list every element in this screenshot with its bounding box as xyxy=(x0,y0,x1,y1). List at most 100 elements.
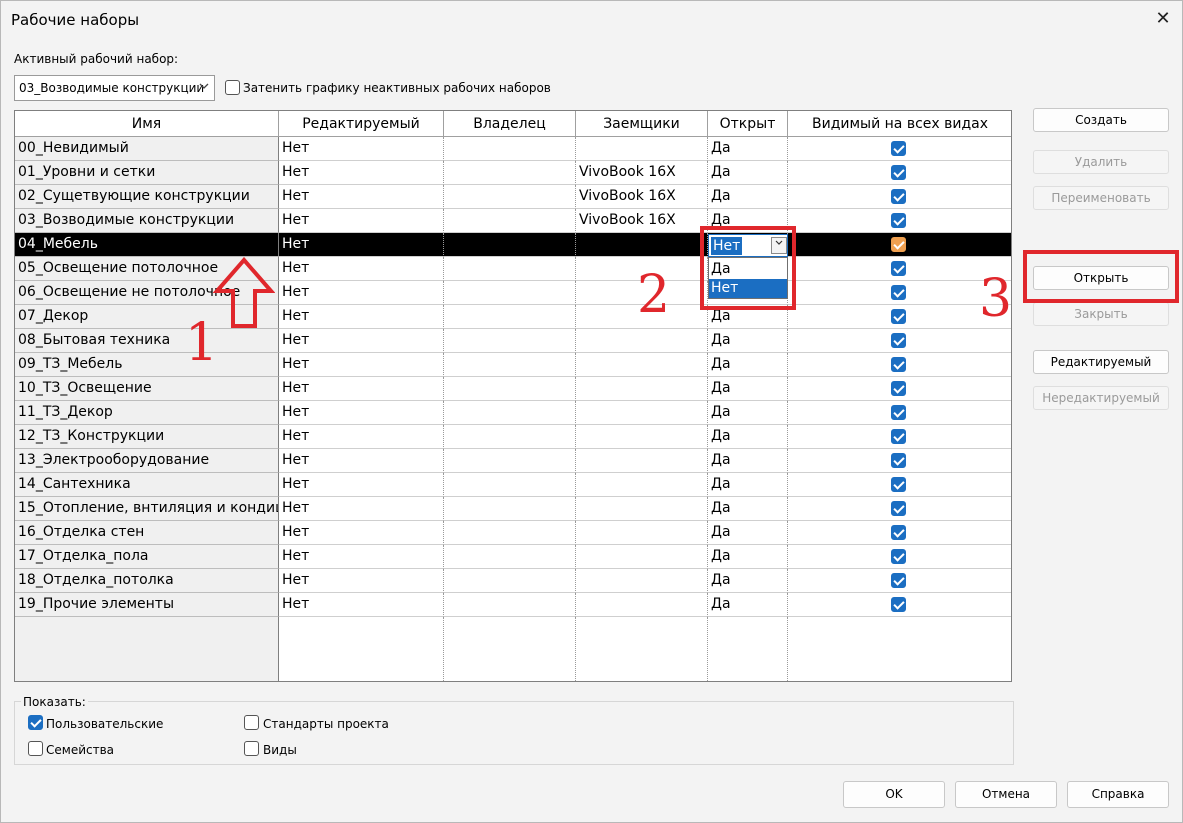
row-visible-checkbox[interactable] xyxy=(891,525,906,540)
row-borrowers[interactable] xyxy=(576,425,708,449)
row-editable[interactable]: Нет xyxy=(279,377,444,401)
row-owner[interactable] xyxy=(444,281,576,305)
row-name[interactable]: 15_Отопление, внтиляция и кондици xyxy=(15,497,279,521)
row-visible-checkbox[interactable] xyxy=(891,309,906,324)
row-editable[interactable]: Нет xyxy=(279,473,444,497)
row-opened[interactable]: Да xyxy=(708,449,788,473)
row-name[interactable]: 18_Отделка_потолка xyxy=(15,569,279,593)
row-owner[interactable] xyxy=(444,137,576,161)
row-name[interactable]: 04_Мебель xyxy=(15,233,279,257)
row-visible-checkbox[interactable] xyxy=(891,381,906,396)
row-name[interactable]: 17_Отделка_пола xyxy=(15,545,279,569)
editable-button[interactable]: Редактируемый xyxy=(1033,350,1169,374)
row-opened[interactable]: Да xyxy=(708,593,788,617)
create-button[interactable]: Создать xyxy=(1033,108,1169,132)
row-name[interactable]: 00_Невидимый xyxy=(15,137,279,161)
column-header-editable[interactable]: Редактируемый xyxy=(279,111,444,137)
row-opened[interactable]: Да xyxy=(708,161,788,185)
row-visible-checkbox[interactable] xyxy=(891,597,906,612)
row-borrowers[interactable]: VivoBook 16X xyxy=(576,209,708,233)
row-visible-checkbox[interactable] xyxy=(891,477,906,492)
row-editable[interactable]: Нет xyxy=(279,449,444,473)
row-owner[interactable] xyxy=(444,425,576,449)
row-owner[interactable] xyxy=(444,449,576,473)
row-name[interactable]: 10_ТЗ_Освещение xyxy=(15,377,279,401)
row-editable[interactable]: Нет xyxy=(279,521,444,545)
column-header-borrowers[interactable]: Заемщики xyxy=(576,111,708,137)
row-editable[interactable]: Нет xyxy=(279,281,444,305)
row-opened[interactable]: Да xyxy=(708,329,788,353)
row-name[interactable]: 08_Бытовая техника xyxy=(15,329,279,353)
row-opened[interactable]: Да xyxy=(708,545,788,569)
row-owner[interactable] xyxy=(444,185,576,209)
row-name[interactable]: 14_Сантехника xyxy=(15,473,279,497)
row-owner[interactable] xyxy=(444,233,576,257)
row-opened[interactable]: Да xyxy=(708,521,788,545)
row-editable[interactable]: Нет xyxy=(279,425,444,449)
row-name[interactable]: 01_Уровни и сетки xyxy=(15,161,279,185)
row-borrowers[interactable] xyxy=(576,137,708,161)
row-opened[interactable]: Да xyxy=(708,377,788,401)
row-owner[interactable] xyxy=(444,257,576,281)
row-owner[interactable] xyxy=(444,401,576,425)
row-visible-checkbox[interactable] xyxy=(891,573,906,588)
row-visible-checkbox[interactable] xyxy=(891,213,906,228)
row-editable[interactable]: Нет xyxy=(279,209,444,233)
row-name[interactable]: 11_ТЗ_Декор xyxy=(15,401,279,425)
row-borrowers[interactable] xyxy=(576,377,708,401)
active-workset-combo[interactable]: 03_Возводимые конструкции xyxy=(14,75,215,101)
row-owner[interactable] xyxy=(444,593,576,617)
delete-button[interactable]: Удалить xyxy=(1033,150,1169,174)
row-visible-checkbox[interactable] xyxy=(891,165,906,180)
row-borrowers[interactable] xyxy=(576,521,708,545)
row-editable[interactable]: Нет xyxy=(279,353,444,377)
row-owner[interactable] xyxy=(444,209,576,233)
row-visible-checkbox[interactable] xyxy=(891,501,906,516)
rename-button[interactable]: Переименовать xyxy=(1033,186,1169,210)
row-editable[interactable]: Нет xyxy=(279,545,444,569)
row-borrowers[interactable] xyxy=(576,401,708,425)
row-name[interactable]: 03_Возводимые конструкции xyxy=(15,209,279,233)
row-borrowers[interactable] xyxy=(576,473,708,497)
row-editable[interactable]: Нет xyxy=(279,257,444,281)
row-name[interactable]: 13_Электрооборудование xyxy=(15,449,279,473)
gray-inactive-checkbox[interactable] xyxy=(225,80,240,95)
row-editable[interactable]: Нет xyxy=(279,329,444,353)
row-visible-checkbox[interactable] xyxy=(891,357,906,372)
row-editable[interactable]: Нет xyxy=(279,593,444,617)
row-opened[interactable]: Да xyxy=(708,425,788,449)
row-owner[interactable] xyxy=(444,353,576,377)
row-borrowers[interactable] xyxy=(576,353,708,377)
column-header-owner[interactable]: Владелец xyxy=(444,111,576,137)
close-button[interactable]: Закрыть xyxy=(1033,302,1169,326)
row-borrowers[interactable]: VivoBook 16X xyxy=(576,185,708,209)
row-name[interactable]: 16_Отделка стен xyxy=(15,521,279,545)
row-visible-checkbox[interactable] xyxy=(891,237,906,252)
close-icon[interactable]: ✕ xyxy=(1151,7,1175,31)
row-name[interactable]: 02_Сущетвующие конструкции xyxy=(15,185,279,209)
row-owner[interactable] xyxy=(444,329,576,353)
row-visible-checkbox[interactable] xyxy=(891,285,906,300)
row-owner[interactable] xyxy=(444,161,576,185)
row-editable[interactable]: Нет xyxy=(279,161,444,185)
row-owner[interactable] xyxy=(444,497,576,521)
column-header-visible[interactable]: Видимый на всех видах xyxy=(788,111,1011,137)
row-owner[interactable] xyxy=(444,521,576,545)
row-editable[interactable]: Нет xyxy=(279,497,444,521)
row-editable[interactable]: Нет xyxy=(279,137,444,161)
row-visible-checkbox[interactable] xyxy=(891,333,906,348)
row-visible-checkbox[interactable] xyxy=(891,141,906,156)
ok-button[interactable]: OK xyxy=(843,781,945,808)
row-borrowers[interactable] xyxy=(576,593,708,617)
row-opened[interactable]: Да xyxy=(708,137,788,161)
row-visible-checkbox[interactable] xyxy=(891,405,906,420)
row-borrowers[interactable] xyxy=(576,449,708,473)
row-owner[interactable] xyxy=(444,305,576,329)
row-borrowers[interactable] xyxy=(576,569,708,593)
row-owner[interactable] xyxy=(444,473,576,497)
row-editable[interactable]: Нет xyxy=(279,569,444,593)
row-opened[interactable]: Да xyxy=(708,569,788,593)
row-visible-checkbox[interactable] xyxy=(891,549,906,564)
row-editable[interactable]: Нет xyxy=(279,233,444,257)
row-visible-checkbox[interactable] xyxy=(891,189,906,204)
